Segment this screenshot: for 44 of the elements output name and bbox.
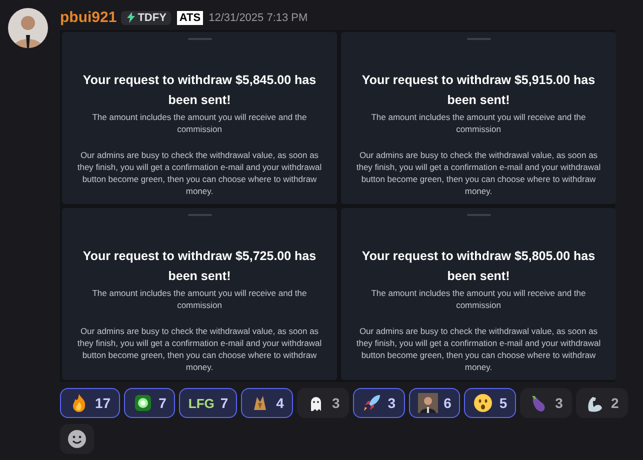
- reaction-count: 3: [332, 395, 340, 411]
- reaction-button[interactable]: 3: [520, 388, 572, 418]
- reaction-count: 3: [555, 395, 563, 411]
- reaction-button[interactable]: 7: [124, 388, 176, 418]
- reaction-count: 7: [158, 395, 166, 411]
- lightning-icon: [126, 12, 136, 23]
- card-heading: Your request to withdraw $5,915.00 has been sent!: [360, 72, 596, 109]
- reaction-button[interactable]: 5: [464, 388, 516, 418]
- reaction-count: 17: [95, 395, 111, 411]
- smiley-icon: [67, 429, 87, 449]
- add-reaction-button[interactable]: [60, 424, 94, 454]
- card-body: Our admins are busy to check the withdrawal value, as soon as they finish, you will get a confirmation e-mail and your withdrawal button become green, then you can choose where to withdraw money.: [76, 149, 323, 197]
- reaction-count: 5: [499, 395, 508, 411]
- reaction-count: 4: [276, 395, 284, 411]
- reaction-button[interactable]: 2: [576, 388, 628, 418]
- card-body: Our admins are busy to check the withdrawal value, as soon as they finish, you will get a confirmation e-mail and your withdrawal button become green, then you can choose where to withdraw money.: [355, 325, 602, 373]
- guild-tag[interactable]: TDFY: [120, 10, 172, 24]
- card-heading: Your request to withdraw $5,805.00 has been sent!: [360, 248, 596, 285]
- reaction-count: 7: [220, 395, 228, 411]
- image-attachment[interactable]: [60, 30, 615, 382]
- role-tag: ATS: [177, 10, 203, 24]
- reaction-count: 6: [444, 395, 452, 411]
- card-note: The amount includes the amount you will receive and the commission: [370, 111, 587, 135]
- card-heading: Your request to withdraw $5,725.00 has been sent!: [82, 248, 318, 285]
- card-body: Our admins are busy to check the withdrawal value, as soon as they finish, you will get a confirmation e-mail and your withdrawal button become green, then you can choose where to withdraw money.: [76, 325, 323, 373]
- rocket-icon: [362, 393, 382, 413]
- timestamp: 12/31/2025 7:13 PM: [208, 12, 308, 24]
- reaction-button[interactable]: LFG 7: [179, 388, 238, 418]
- reaction-button[interactable]: 6: [408, 388, 460, 418]
- lfg-emoji: LFG: [188, 396, 214, 410]
- reaction-button[interactable]: 4: [241, 388, 293, 418]
- astonished-face-icon: [473, 393, 494, 413]
- reaction-button[interactable]: 3: [296, 388, 349, 418]
- author-name[interactable]: pbui921: [60, 9, 117, 26]
- card-note: The amount includes the amount you will receive and the commission: [370, 287, 587, 311]
- card-note: The amount includes the amount you will receive and the commission: [91, 287, 308, 311]
- card-body: Our admins are busy to check the withdrawal value, as soon as they finish, you will get a confirmation e-mail and your withdrawal button become green, then you can choose where to withdraw money.: [355, 149, 602, 197]
- reaction-button[interactable]: 17: [60, 388, 120, 418]
- orb-icon: [132, 393, 153, 413]
- card-note: The amount includes the amount you will receive and the commission: [91, 111, 308, 135]
- reaction-count: 2: [610, 395, 619, 411]
- reaction-button[interactable]: 3: [352, 388, 405, 418]
- reaction-count: 3: [388, 395, 396, 411]
- card-heading: Your request to withdraw $5,845.00 has been sent!: [82, 72, 318, 109]
